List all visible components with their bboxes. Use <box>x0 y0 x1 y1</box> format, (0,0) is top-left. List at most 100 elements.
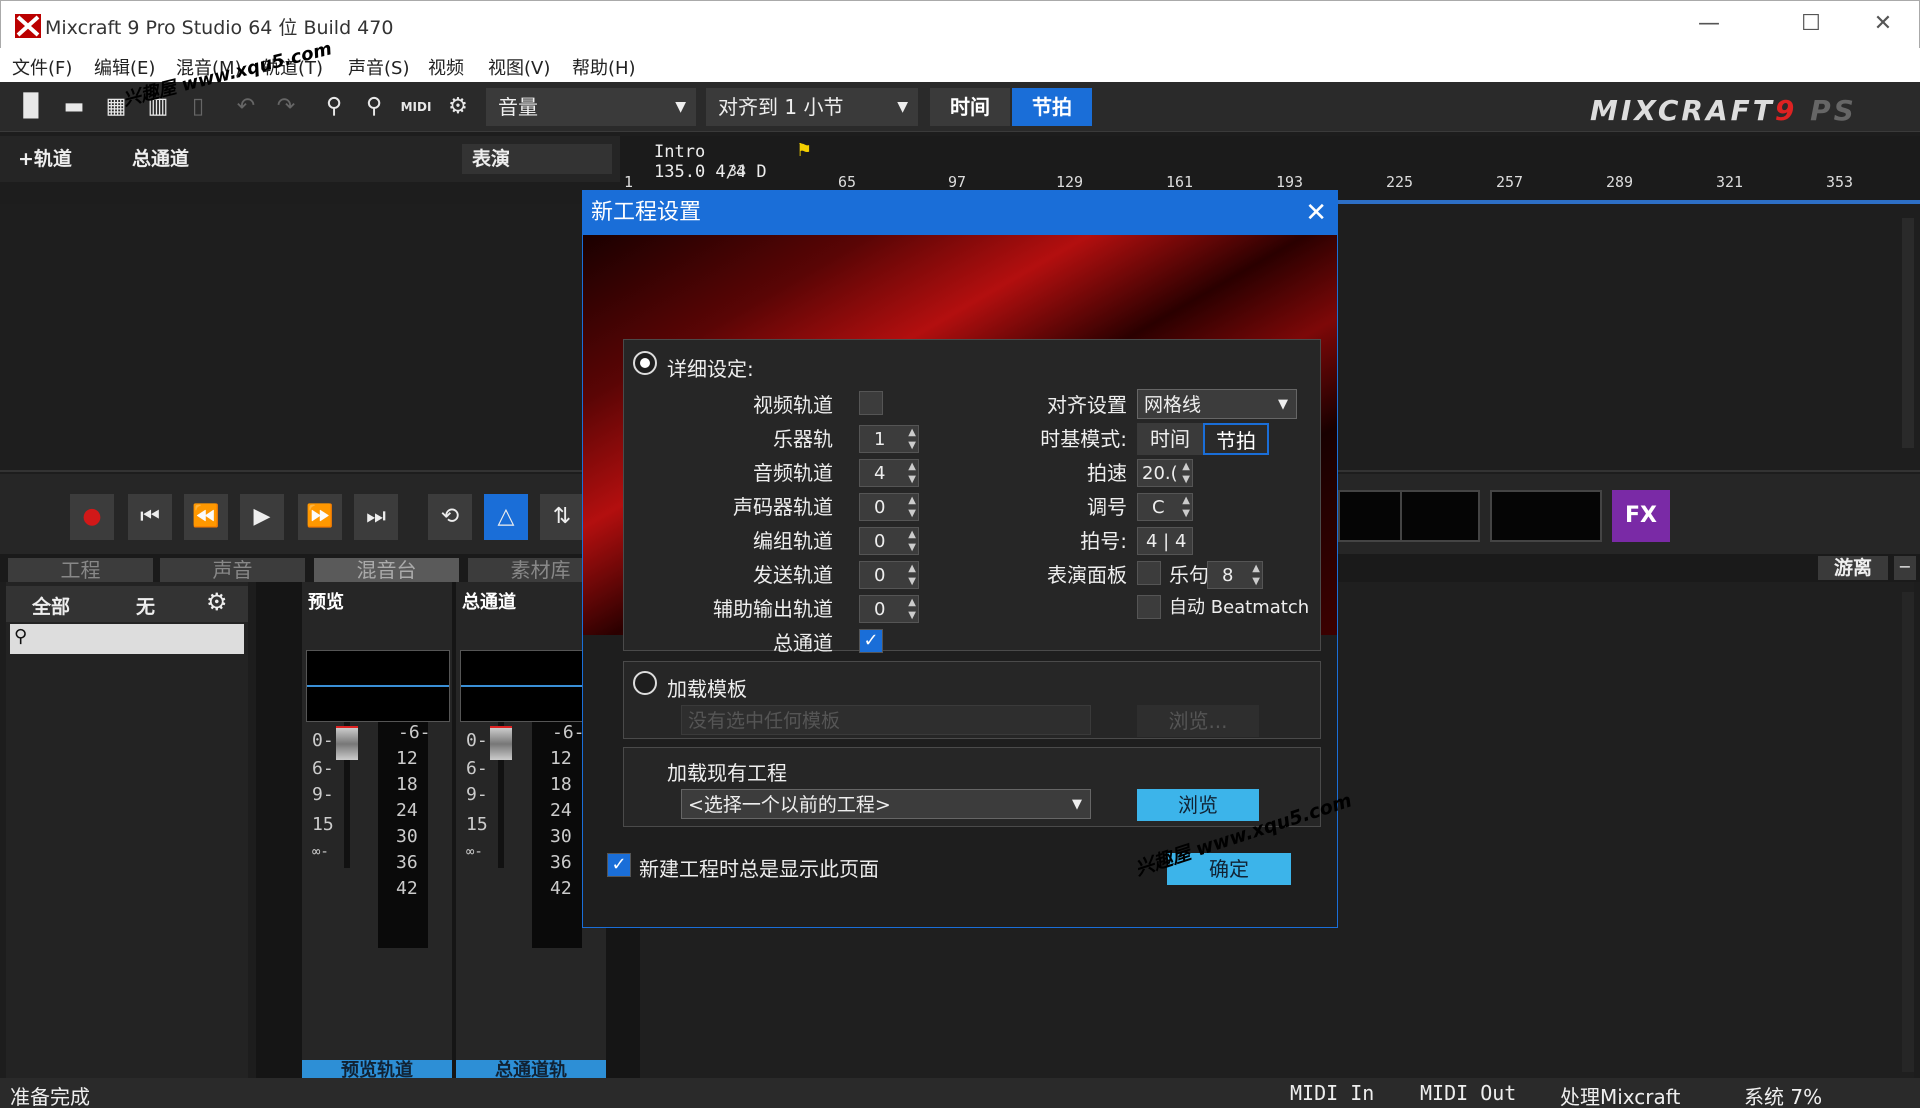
add-track-button[interactable]: +轨道 <box>8 144 82 174</box>
zoom-in-icon[interactable]: ⚲ <box>316 90 352 124</box>
template-radio[interactable] <box>633 671 657 695</box>
minimize-button[interactable]: — <box>1689 11 1729 36</box>
window-title: Mixcraft 9 Pro Studio 64 位 Build 470 <box>45 17 394 39</box>
close-window-button[interactable]: ✕ <box>1863 11 1903 36</box>
timebase-time-button[interactable]: 时间 <box>1137 423 1203 455</box>
time-mode-button[interactable]: 时间 <box>930 88 1010 126</box>
menu-file[interactable]: 文件(F) <box>12 54 72 80</box>
tab-sound[interactable]: 声音 <box>160 558 305 582</box>
go-to-end-icon[interactable]: ⏭ <box>354 494 398 540</box>
master-track-checkbox[interactable]: ✓ <box>859 629 883 653</box>
stepper-arrows-icon[interactable]: ▲ ▼ <box>908 426 916 452</box>
pane-scrollbar[interactable] <box>1902 592 1914 1072</box>
maximize-button[interactable]: ☐ <box>1791 11 1831 36</box>
tick-label: 193 <box>1276 173 1304 191</box>
settings-gear-icon[interactable]: ⚙ <box>440 90 476 124</box>
zoom-out-icon[interactable]: ⚲ <box>356 90 392 124</box>
midi-icon[interactable]: MIDI <box>398 90 434 124</box>
tick-label: 353 <box>1826 173 1854 191</box>
master-track-button[interactable]: 总通道 <box>122 144 199 174</box>
tab-mixer[interactable]: 混音台 <box>314 558 459 582</box>
send-tracks-stepper[interactable]: 0 ▲ ▼ <box>859 561 919 589</box>
track-header-bar: +轨道 总通道 表演 <box>0 136 620 182</box>
instrument-tracks-stepper[interactable]: 1 ▲ ▼ <box>859 425 919 453</box>
tracks-scrollbar[interactable] <box>1902 218 1914 448</box>
snap-dropdown-label: 对齐到 1 小节 <box>718 95 844 119</box>
existing-project-select[interactable]: <选择一个以前的工程> ▼ <box>681 789 1091 819</box>
existing-browse-button[interactable]: 浏览 <box>1137 789 1259 821</box>
snap-setting-select[interactable]: 网格线 ▼ <box>1137 389 1297 419</box>
rewind-icon[interactable]: ⏪ <box>184 494 228 540</box>
marker-info: 135.0 4/4 D <box>654 162 767 182</box>
time-signature-label: 拍号: <box>1080 529 1127 553</box>
stepper-arrows-icon[interactable]: ▲ ▼ <box>908 494 916 520</box>
loop-icon[interactable]: ⟲ <box>428 494 472 540</box>
audio-tracks-stepper[interactable]: 4 ▲ ▼ <box>859 459 919 487</box>
collapse-icon[interactable]: − <box>1894 556 1916 580</box>
auto-beatmatch-label: 自动 Beatmatch <box>1169 597 1310 618</box>
record-icon[interactable]: ● <box>70 494 114 540</box>
tick-label: 321 <box>1716 173 1744 191</box>
metronome-icon[interactable]: △ <box>484 494 528 540</box>
sidebar-search-input[interactable]: ⚲ <box>10 624 244 654</box>
tick-label: 33 <box>728 162 747 180</box>
existing-project-label: 加载现有工程 <box>667 761 787 785</box>
fader-scale-label: 15 <box>312 814 334 835</box>
sync-icon[interactable]: ⇅ <box>540 494 584 540</box>
go-to-start-icon[interactable]: ⏮ <box>128 494 172 540</box>
menu-help[interactable]: 帮助(H) <box>572 54 636 80</box>
volume-fader[interactable] <box>490 726 512 760</box>
time-signature-field[interactable]: 4 | 4 <box>1137 527 1193 555</box>
filter-none-button[interactable]: 无 <box>136 592 155 619</box>
stepper-arrows-icon[interactable]: ▲ ▼ <box>1182 494 1190 520</box>
video-tracks-checkbox[interactable] <box>859 391 883 415</box>
mixer-sidebar: 全部 无 ⚙ ⚲ <box>6 582 248 1082</box>
tick-label: 129 <box>1056 173 1084 191</box>
aux-tracks-stepper[interactable]: 0 ▲ ▼ <box>859 595 919 623</box>
stepper-arrows-icon[interactable]: ▲ ▼ <box>1252 562 1260 588</box>
beat-mode-button[interactable]: 节拍 <box>1012 88 1092 126</box>
fast-forward-icon[interactable]: ⏩ <box>298 494 342 540</box>
tick-label: 225 <box>1386 173 1414 191</box>
volume-dropdown-label: 音量 <box>498 95 538 119</box>
timebase-beat-button[interactable]: 节拍 <box>1203 423 1269 455</box>
detailed-settings-radio[interactable] <box>633 351 657 375</box>
play-icon[interactable]: ▶ <box>240 494 284 540</box>
marker-flag-icon[interactable]: ⚑ <box>796 140 812 161</box>
system-usage: 系统 7% <box>1744 1085 1823 1108</box>
stepper-arrows-icon[interactable]: ▲ ▼ <box>908 460 916 486</box>
menu-sound[interactable]: 声音(S) <box>348 54 409 80</box>
new-file-icon[interactable]: ▉ <box>14 90 50 124</box>
snap-dropdown[interactable]: 对齐到 1 小节 ▼ <box>706 88 918 126</box>
filter-all-button[interactable]: 全部 <box>32 592 70 619</box>
key-stepper[interactable]: C ▲ ▼ <box>1137 493 1193 521</box>
menu-edit[interactable]: 编辑(E) <box>94 54 155 80</box>
volume-dropdown[interactable]: 音量 ▼ <box>486 88 696 126</box>
always-show-checkbox[interactable]: ✓ <box>607 853 631 877</box>
menu-video[interactable]: 视频 <box>428 54 464 80</box>
sidebar-gear-icon[interactable]: ⚙ <box>206 588 228 616</box>
undo-icon[interactable]: ↶ <box>228 90 264 124</box>
stepper-arrows-icon[interactable]: ▲ ▼ <box>908 562 916 588</box>
open-folder-icon[interactable]: ▬ <box>56 90 92 124</box>
vocoder-tracks-stepper[interactable]: 0 ▲ ▼ <box>859 493 919 521</box>
dialog-close-icon[interactable]: ✕ <box>1305 191 1327 235</box>
performance-button[interactable]: 表演 <box>462 144 612 174</box>
volume-fader[interactable] <box>336 726 358 760</box>
auto-beatmatch-checkbox[interactable] <box>1137 595 1161 619</box>
performance-panel-checkbox[interactable] <box>1137 561 1161 585</box>
meter-scale-label: 30 <box>550 826 572 847</box>
stepper-arrows-icon[interactable]: ▲ ▼ <box>1182 460 1190 486</box>
tab-project[interactable]: 工程 <box>8 558 153 582</box>
fx-button[interactable]: FX <box>1612 490 1670 542</box>
detach-button[interactable]: 游离 <box>1818 556 1888 580</box>
stepper-arrows-icon[interactable]: ▲ ▼ <box>908 528 916 554</box>
stepper-arrows-icon[interactable]: ▲ ▼ <box>908 596 916 622</box>
redo-icon[interactable]: ↷ <box>268 90 304 124</box>
menu-view[interactable]: 视图(V) <box>488 54 550 80</box>
tempo-stepper[interactable]: 20.(▲ ▼ <box>1137 459 1193 487</box>
aux-tracks-label: 辅助输出轨道 <box>713 597 833 621</box>
group-tracks-stepper[interactable]: 0 ▲ ▼ <box>859 527 919 555</box>
phrase-stepper[interactable]: 8 ▲ ▼ <box>1207 561 1263 589</box>
strip-title: 总通道 <box>462 592 516 613</box>
